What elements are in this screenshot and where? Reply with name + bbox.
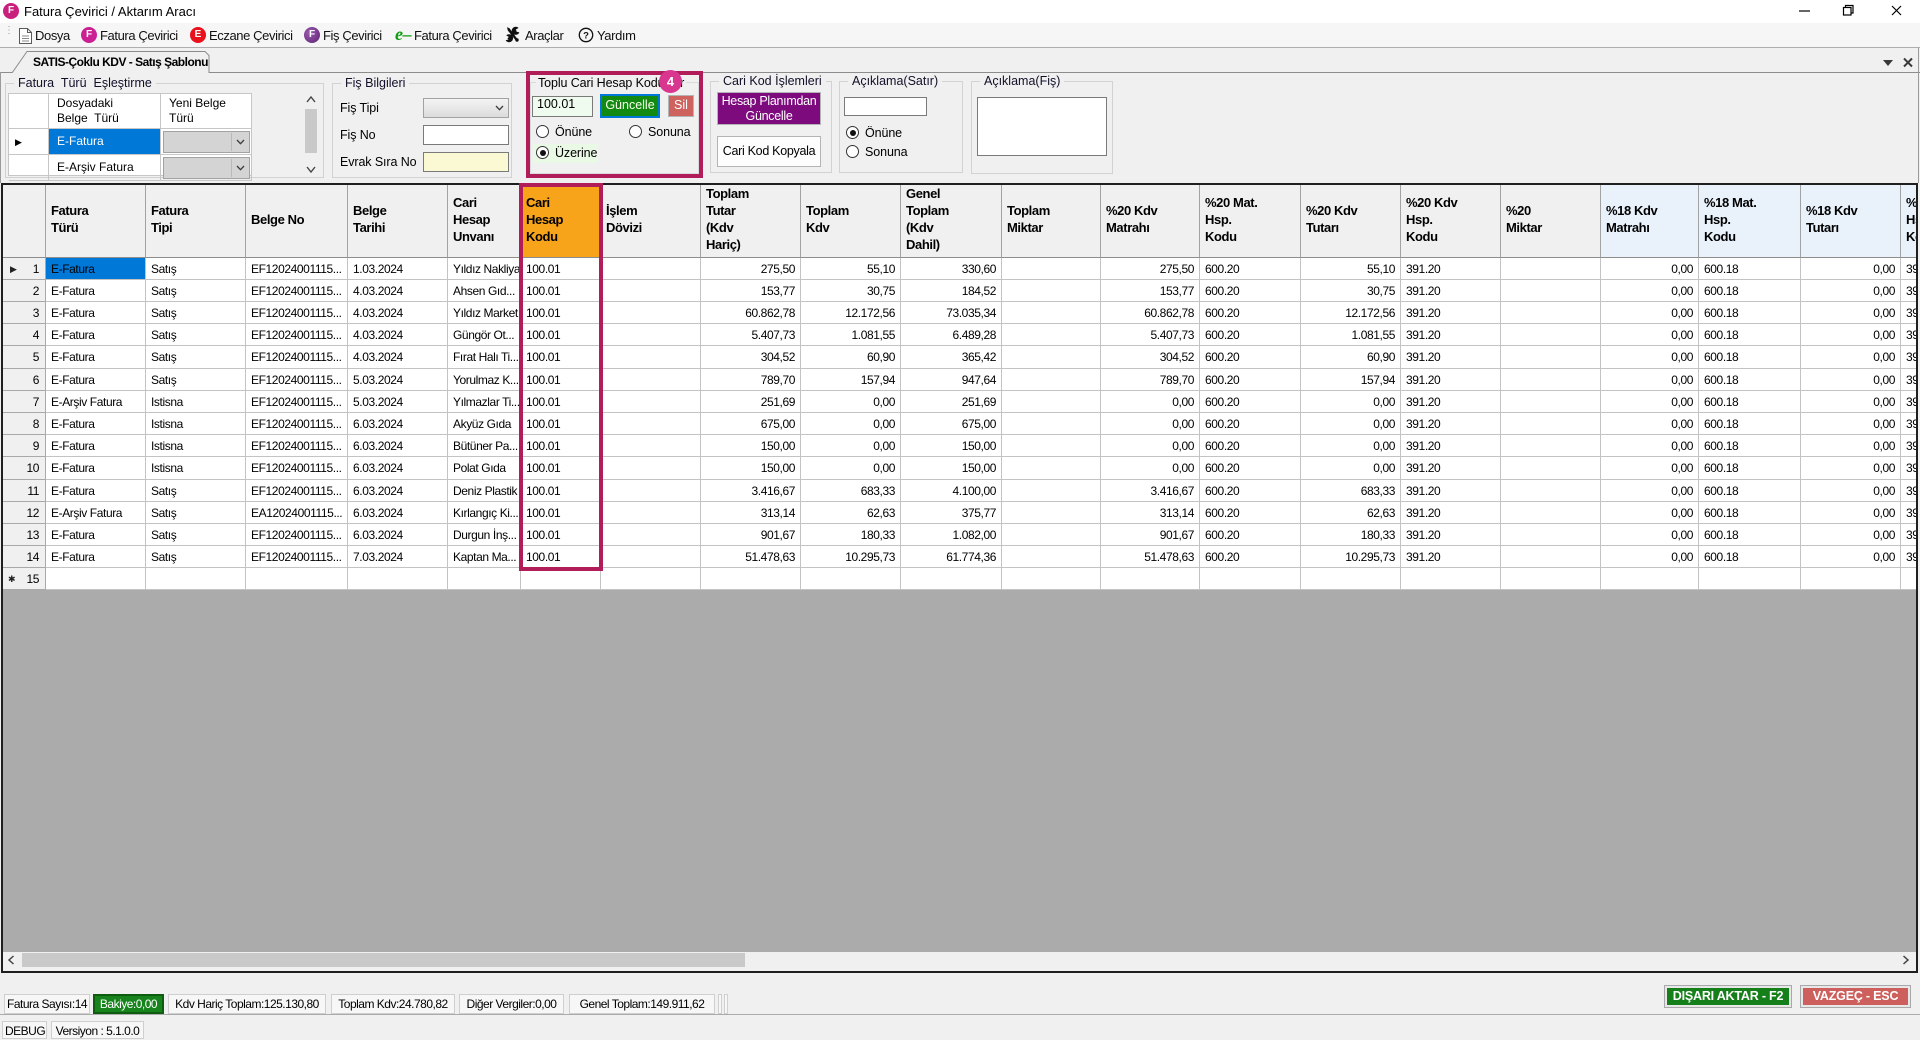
svg-text:?: ? — [583, 30, 589, 41]
